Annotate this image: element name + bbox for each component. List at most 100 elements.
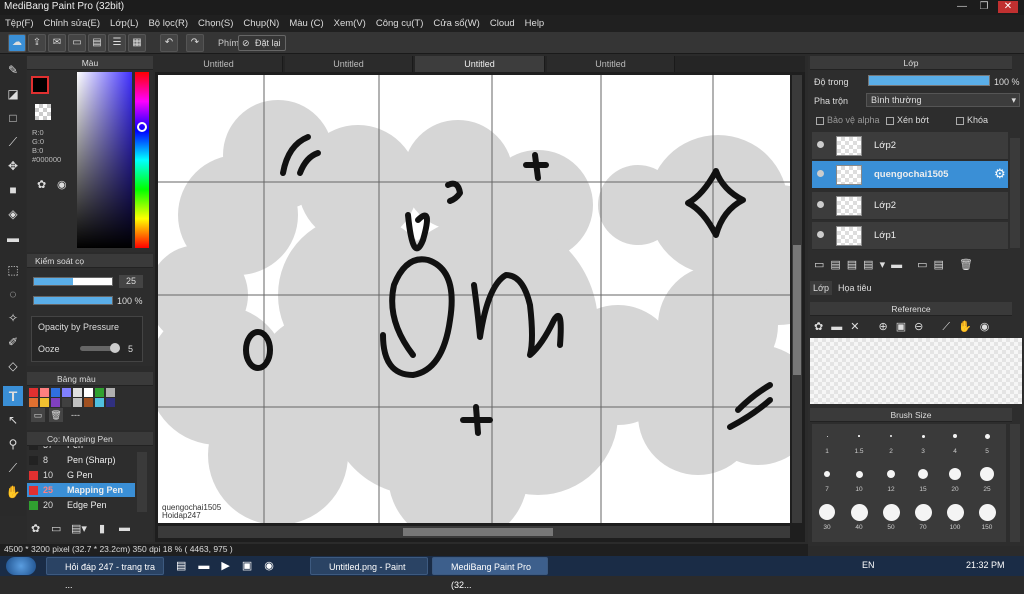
document-icon[interactable]: ▤ xyxy=(88,34,106,52)
blend-mode-select[interactable]: Bình thường ▾ xyxy=(866,93,1020,107)
brush-size-cell[interactable]: 4 xyxy=(940,424,970,460)
magic-wand-tool-icon[interactable]: ✧ xyxy=(3,308,23,328)
menu-file[interactable]: Tệp(F) xyxy=(0,15,39,32)
palette-swatch[interactable] xyxy=(73,388,82,397)
tab-untitled-4[interactable]: Untitled xyxy=(547,56,675,72)
color-wheel-icon[interactable]: ◉ xyxy=(57,178,67,191)
menu-window[interactable]: Cửa sổ(W) xyxy=(428,15,484,32)
brush-size-cell[interactable]: 2 xyxy=(876,424,906,460)
fill-rect-tool-icon[interactable]: ■ xyxy=(3,180,23,200)
foreground-color[interactable] xyxy=(31,76,49,94)
brush-size-cell[interactable]: 15 xyxy=(908,462,938,498)
menu-cloud[interactable]: Cloud xyxy=(485,15,520,32)
eyedropper-tool-icon[interactable]: ⚲ xyxy=(3,434,23,454)
protect-alpha-checkbox[interactable]: Bảo vệ alpha xyxy=(816,115,880,125)
brush-list-item[interactable]: 10 G Pen xyxy=(27,468,135,482)
comment-icon[interactable]: ✉ xyxy=(48,34,66,52)
hand-tool-icon[interactable]: ✋ xyxy=(3,482,23,502)
brush-list-item[interactable]: 8 Pen (Sharp) xyxy=(27,453,135,467)
palette-swatch[interactable] xyxy=(29,398,38,407)
palette-swatch[interactable] xyxy=(106,388,115,397)
lock-checkbox[interactable]: Khóa xyxy=(956,115,988,125)
brush-size-cell[interactable]: 20 xyxy=(940,462,970,498)
palette-swatch[interactable] xyxy=(106,398,115,407)
menu-filter[interactable]: Bộ lọc(R) xyxy=(143,15,193,32)
canvas-vertical-scrollbar[interactable] xyxy=(792,75,802,523)
minimize-button[interactable]: — xyxy=(952,1,972,13)
palette-icon[interactable]: ✿ xyxy=(37,178,46,191)
close-button[interactable]: ✕ xyxy=(998,1,1018,13)
brush-size-cell[interactable]: 50 xyxy=(876,500,906,536)
clock[interactable]: 21:32 PM xyxy=(966,560,1005,570)
size-value[interactable]: 25 xyxy=(119,275,143,288)
saturation-picker[interactable] xyxy=(77,72,132,248)
palette-swatch[interactable] xyxy=(29,388,38,397)
hue-handle[interactable] xyxy=(137,122,147,132)
start-button[interactable] xyxy=(6,557,36,575)
dropper-tool-icon[interactable]: ⟋ xyxy=(3,458,23,478)
brush-size-cell[interactable]: 1 xyxy=(812,424,842,460)
brush-tool-icon[interactable]: ✎ xyxy=(3,60,23,80)
add-brush-icon[interactable]: ✿ xyxy=(31,522,40,535)
menu-tools[interactable]: Công cụ(T) xyxy=(371,15,429,32)
tab-untitled-3[interactable]: Untitled xyxy=(415,56,545,72)
taskbar-item-medibang[interactable]: MediBang Paint Pro (32... xyxy=(432,557,548,590)
taskbar-item-paint[interactable]: Untitled.png - Paint xyxy=(310,557,428,575)
brush-delete-icon[interactable]: ▮ xyxy=(99,522,105,535)
palette-swatch[interactable] xyxy=(40,398,49,407)
brush-size-cell[interactable]: 40 xyxy=(844,500,874,536)
brush-size-cell[interactable]: 3 xyxy=(908,424,938,460)
menu-layer[interactable]: Lớp(L) xyxy=(105,15,143,32)
brush-list-item[interactable]: 20 Edge Pen xyxy=(27,498,135,512)
language-indicator[interactable]: EN xyxy=(862,560,875,570)
reference-view[interactable] xyxy=(810,338,1022,404)
brush-size-cell[interactable]: 70 xyxy=(908,500,938,536)
redo-icon[interactable]: ↷ xyxy=(186,34,204,52)
layer-row[interactable]: quengochai1505 ⚙ xyxy=(812,161,1008,189)
brush-size-cell[interactable]: 150 xyxy=(972,500,1002,536)
undo-icon[interactable]: ↶ xyxy=(160,34,178,52)
maximize-button[interactable]: ❐ xyxy=(974,1,994,13)
clipping-checkbox[interactable]: Xén bớt xyxy=(886,115,929,125)
brush-size-cell[interactable]: 5 xyxy=(972,424,1002,460)
menu-help[interactable]: Help xyxy=(520,15,550,32)
grid-icon[interactable]: ▦ xyxy=(128,34,146,52)
brush-size-cell[interactable]: 100 xyxy=(940,500,970,536)
trash-icon[interactable]: 🗑 xyxy=(49,408,63,422)
tab-layer[interactable]: Lớp xyxy=(810,281,832,295)
palette-swatch[interactable] xyxy=(51,398,60,407)
tab-material[interactable]: Họa tiêu xyxy=(834,281,876,295)
palette-swatch[interactable] xyxy=(62,388,71,397)
reset-button[interactable]: ⊘ Đặt lại xyxy=(238,35,286,51)
gradient-tool-icon[interactable]: ▬ xyxy=(3,228,23,248)
palette-swatch[interactable] xyxy=(40,388,49,397)
rectangle-tool-icon[interactable]: □ xyxy=(3,108,23,128)
select-eraser-tool-icon[interactable]: ◇ xyxy=(3,356,23,376)
layer-scrollbar[interactable] xyxy=(1010,138,1020,248)
ooze-slider[interactable] xyxy=(80,343,120,353)
new-file-icon[interactable]: ▭ xyxy=(68,34,86,52)
opacity-slider[interactable] xyxy=(33,296,113,305)
upload-icon[interactable]: ⇪ xyxy=(28,34,46,52)
canvas-horizontal-scrollbar[interactable] xyxy=(158,526,790,538)
layer-row[interactable]: Lớp1 xyxy=(812,222,1008,250)
brush-folder-icon[interactable]: ▬ xyxy=(119,522,130,534)
eraser-tool-icon[interactable]: ◪ xyxy=(3,84,23,104)
brush-menu-icon[interactable]: ▤▾ xyxy=(71,522,87,535)
pen-tool-icon[interactable]: ⟋ xyxy=(3,132,23,152)
menu-select[interactable]: Chọn(S) xyxy=(193,15,238,32)
palette-swatch[interactable] xyxy=(62,398,71,407)
tab-untitled-2[interactable]: Untitled xyxy=(285,56,413,72)
tab-untitled-1[interactable]: Untitled xyxy=(155,56,283,72)
palette-swatch[interactable] xyxy=(84,388,93,397)
palette-swatch[interactable] xyxy=(73,398,82,407)
text-tool-icon[interactable]: T xyxy=(3,386,23,406)
palette-swatch[interactable] xyxy=(84,398,93,407)
brush-size-cell[interactable]: 7 xyxy=(812,462,842,498)
bucket-tool-icon[interactable]: ◈ xyxy=(3,204,23,224)
menu-color[interactable]: Màu (C) xyxy=(284,15,328,32)
palette-swatch[interactable] xyxy=(95,398,104,407)
drawing-canvas[interactable]: quengochai1505 Hoidap247 xyxy=(158,75,790,523)
hue-slider[interactable] xyxy=(135,72,149,248)
reference-toolbar[interactable]: ✿▬✕ ⊕▣⊖ ⟋✋◉ xyxy=(814,320,997,334)
